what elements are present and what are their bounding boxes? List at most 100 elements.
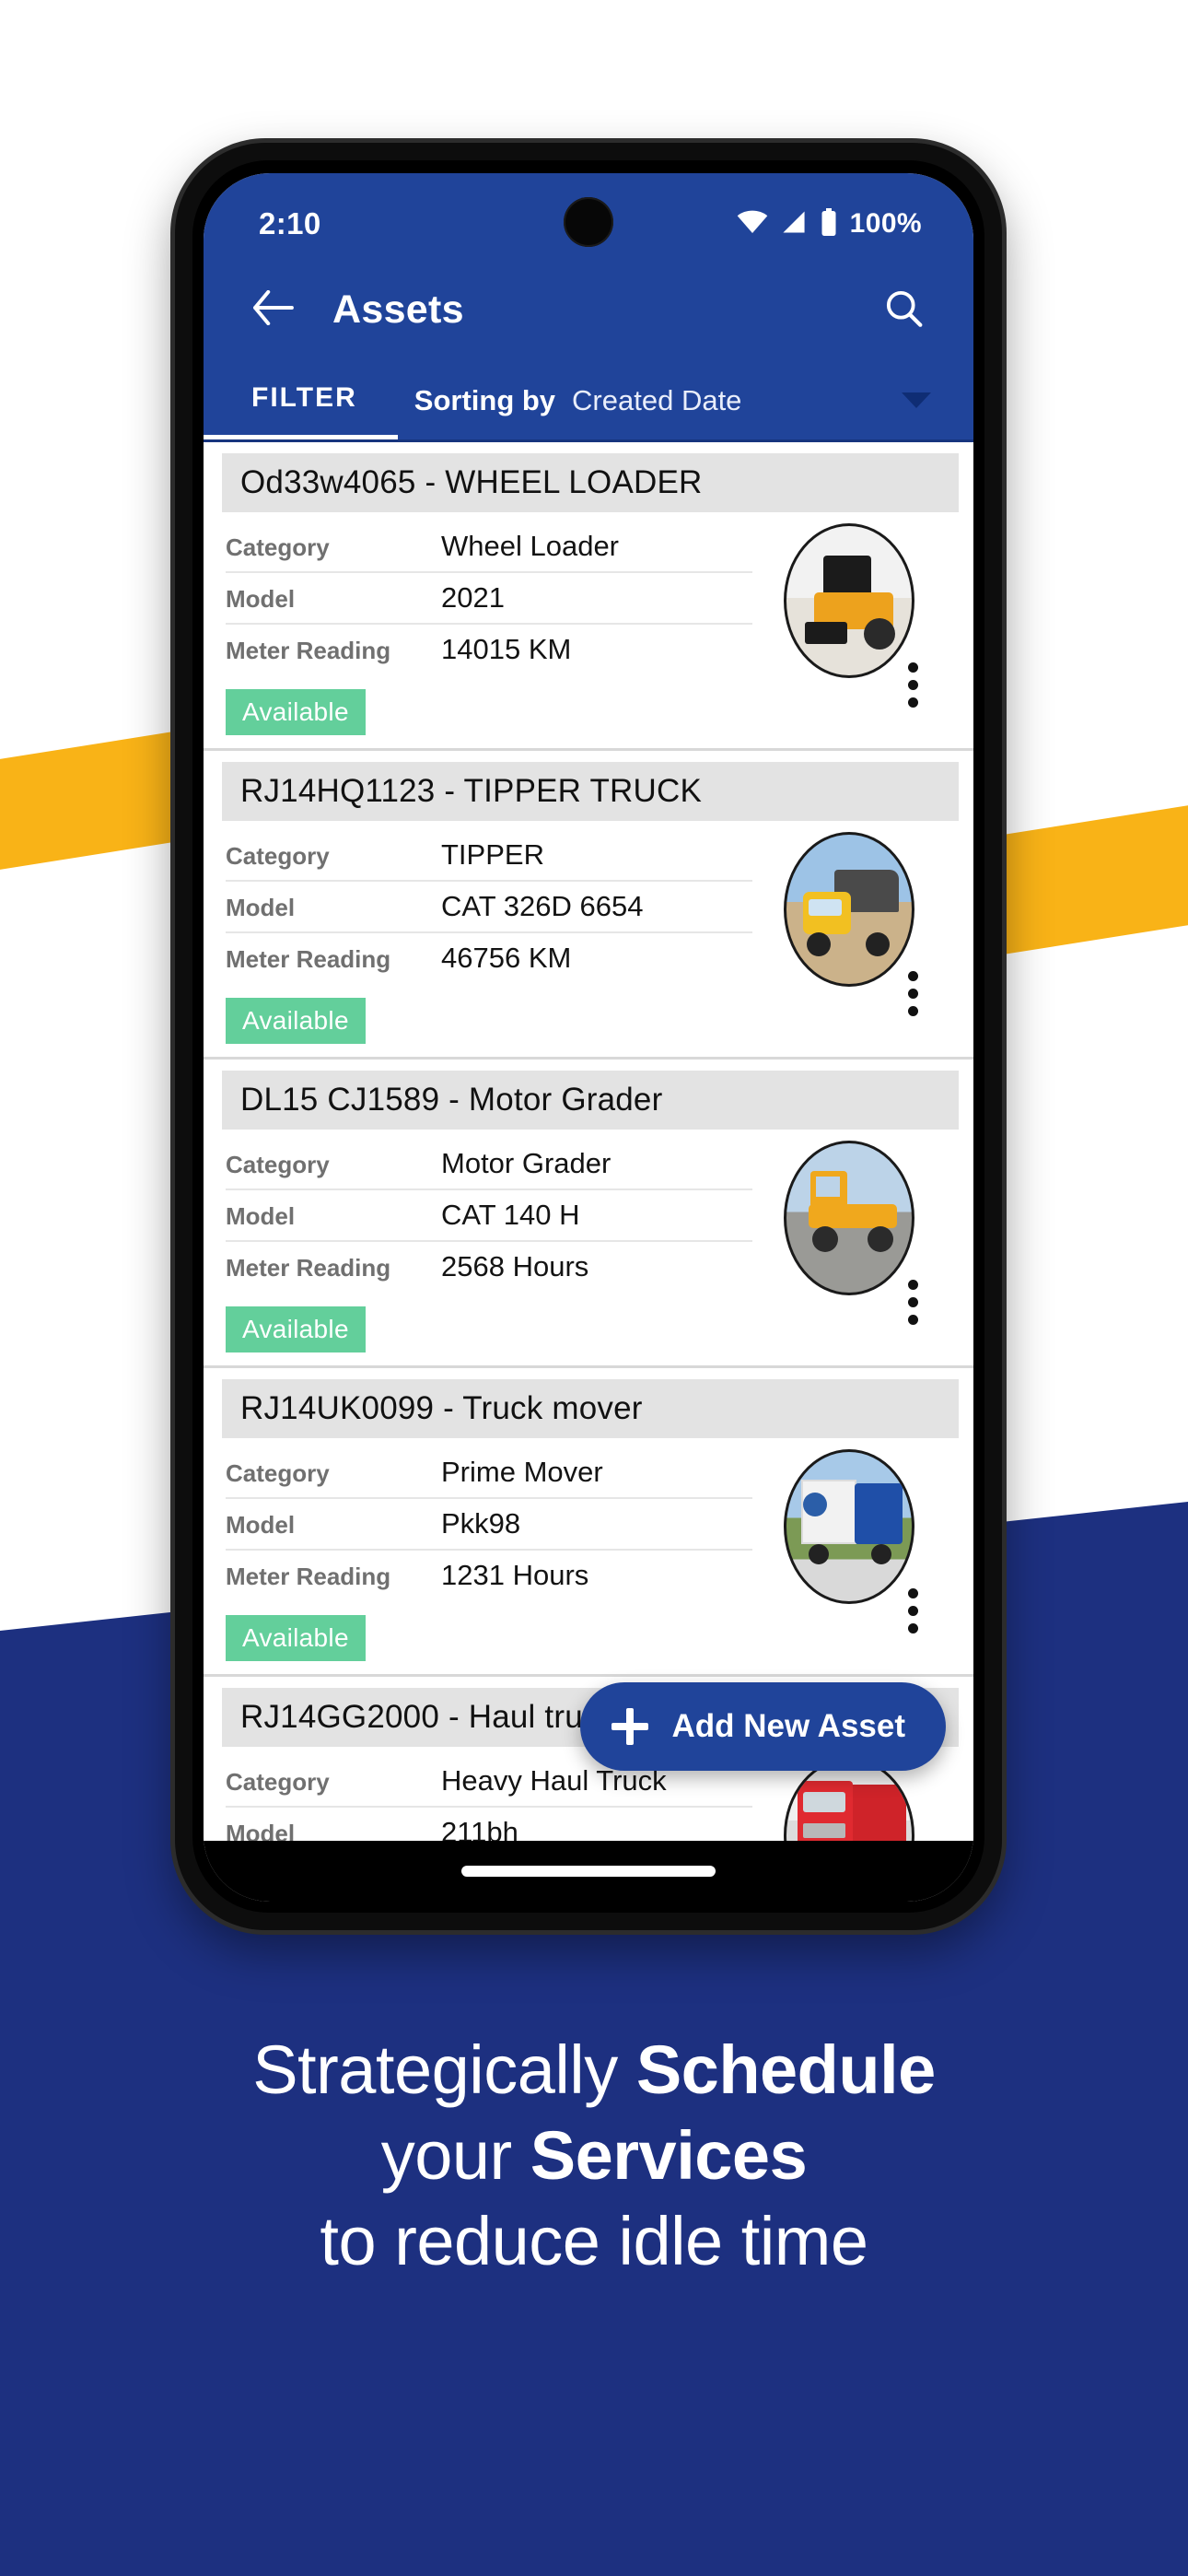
asset-overflow-menu-icon[interactable]	[908, 1588, 918, 1633]
field-value: CAT 140 H	[441, 1199, 580, 1231]
status-badge: Available	[226, 1306, 366, 1352]
status-badge: Available	[226, 998, 366, 1044]
asset-field-category: Category TIPPER	[226, 830, 752, 882]
field-label: Category	[226, 533, 330, 561]
status-badge: Available	[226, 689, 366, 735]
wifi-icon	[737, 210, 768, 239]
field-value: Wheel Loader	[441, 530, 620, 562]
tagline-line-1: Strategically Schedule	[0, 2027, 1188, 2113]
asset-field-list: Category Motor Grader Model CAT 140 H Me…	[204, 1130, 752, 1352]
field-label: Meter Reading	[226, 1563, 391, 1590]
list-item[interactable]: RJ14UK0099 - Truck mover Category Prime …	[204, 1379, 973, 1677]
asset-thumbnail-area	[752, 821, 973, 1044]
sorting-control[interactable]: Sorting by Created Date	[398, 361, 973, 439]
filter-button[interactable]: FILTER	[204, 361, 398, 439]
asset-title: DL15 CJ1589 - Motor Grader	[222, 1071, 959, 1130]
list-item[interactable]: Od33w4065 - WHEEL LOADER Category Wheel …	[204, 453, 973, 751]
plus-icon	[611, 1708, 648, 1745]
asset-field-meter-reading: Meter Reading 46756 KM	[226, 933, 752, 983]
asset-thumbnail-area	[752, 1438, 973, 1661]
signal-icon	[780, 210, 808, 239]
field-value: 2021	[441, 581, 505, 614]
filter-sorting-bar: FILTER Sorting by Created Date	[204, 361, 973, 442]
field-value: Prime Mover	[441, 1456, 603, 1488]
field-value: 46756 KM	[441, 942, 572, 974]
asset-field-meter-reading: Meter Reading 2568 Hours	[226, 1242, 752, 1292]
app-bar: Assets	[204, 258, 973, 361]
wheel-loader-photo	[784, 523, 914, 678]
asset-field-model: Model Pkk98	[226, 1499, 752, 1551]
asset-field-model: Model CAT 326D 6654	[226, 882, 752, 933]
field-value: 211bh	[441, 1816, 518, 1841]
asset-field-category: Category Motor Grader	[226, 1139, 752, 1190]
field-value: 1231 Hours	[441, 1559, 589, 1591]
asset-thumbnail-area	[752, 512, 973, 735]
motor-grader-photo	[784, 1141, 914, 1295]
status-badge: Available	[226, 1615, 366, 1661]
status-bar-indicators: 100%	[737, 207, 922, 240]
field-label: Model	[226, 1202, 296, 1230]
tagline-line-2: your Services	[0, 2113, 1188, 2198]
field-label: Model	[226, 1511, 296, 1539]
field-value: Pkk98	[441, 1507, 521, 1540]
asset-details: Category TIPPER Model CAT 326D 6654 Mete…	[204, 821, 973, 1044]
field-label: Model	[226, 585, 296, 613]
field-label: Model	[226, 894, 296, 921]
field-value: 2568 Hours	[441, 1250, 589, 1282]
list-item[interactable]: DL15 CJ1589 - Motor Grader Category Moto…	[204, 1071, 973, 1368]
field-value: CAT 326D 6654	[441, 890, 644, 922]
asset-title: RJ14HQ1123 - TIPPER TRUCK	[222, 762, 959, 821]
back-arrow-icon[interactable]	[251, 289, 294, 330]
asset-overflow-menu-icon[interactable]	[908, 662, 918, 708]
tagline-line-1-plain: Strategically	[252, 2032, 636, 2108]
field-value: Motor Grader	[441, 1147, 611, 1179]
phone-frame: 2:10 100% Assets FILTER Sorting by Creat…	[175, 143, 1002, 1930]
tagline-line-1-bold: Schedule	[635, 2032, 937, 2108]
front-camera-notch	[564, 197, 613, 247]
field-value: 14015 KM	[441, 633, 572, 665]
list-item[interactable]: RJ14HQ1123 - TIPPER TRUCK Category TIPPE…	[204, 762, 973, 1060]
phone-screen-bezel: 2:10 100% Assets FILTER Sorting by Creat…	[192, 160, 984, 1913]
field-label: Category	[226, 842, 330, 870]
field-label: Category	[226, 1151, 330, 1178]
field-label: Model	[226, 1820, 296, 1841]
asset-field-list: Category Wheel Loader Model 2021 Meter R…	[204, 512, 752, 735]
asset-details: Category Wheel Loader Model 2021 Meter R…	[204, 512, 973, 735]
tagline-line-2-bold: Services	[530, 2117, 808, 2195]
field-label: Meter Reading	[226, 945, 391, 973]
marketing-tagline: Strategically Schedule your Services to …	[0, 2027, 1188, 2285]
asset-field-meter-reading: Meter Reading 14015 KM	[226, 625, 752, 674]
field-value: TIPPER	[441, 838, 544, 871]
asset-field-meter-reading: Meter Reading 1231 Hours	[226, 1551, 752, 1600]
tagline-line-3: to reduce idle time	[320, 2203, 868, 2280]
status-bar-clock: 2:10	[259, 206, 321, 240]
chevron-down-icon[interactable]	[902, 392, 931, 408]
asset-title: Od33w4065 - WHEEL LOADER	[222, 453, 959, 512]
app-screen: 2:10 100% Assets FILTER Sorting by Creat…	[204, 173, 973, 1902]
prime-mover-photo	[784, 1449, 914, 1604]
asset-title: RJ14UK0099 - Truck mover	[222, 1379, 959, 1438]
asset-list[interactable]: Od33w4065 - WHEEL LOADER Category Wheel …	[204, 442, 973, 1841]
asset-thumbnail-area	[752, 1130, 973, 1352]
page-title: Assets	[332, 287, 464, 332]
field-label: Meter Reading	[226, 637, 391, 664]
asset-details: Category Prime Mover Model Pkk98 Meter R…	[204, 1438, 973, 1661]
asset-overflow-menu-icon[interactable]	[908, 971, 918, 1016]
sorting-label: Sorting by	[413, 383, 556, 416]
home-gesture-pill[interactable]	[461, 1866, 716, 1877]
asset-field-category: Category Prime Mover	[226, 1447, 752, 1499]
field-label: Category	[226, 1459, 330, 1487]
asset-field-model: Model CAT 140 H	[226, 1190, 752, 1242]
add-new-asset-button[interactable]: Add New Asset	[579, 1682, 946, 1771]
asset-overflow-menu-icon[interactable]	[908, 1280, 918, 1325]
field-label: Category	[226, 1768, 330, 1796]
battery-percent-label: 100%	[849, 208, 922, 239]
asset-field-list: Category TIPPER Model CAT 326D 6654 Mete…	[204, 821, 752, 1044]
field-label: Meter Reading	[226, 1254, 391, 1282]
add-new-asset-label: Add New Asset	[671, 1708, 905, 1744]
search-icon[interactable]	[883, 287, 924, 333]
system-navigation-bar	[204, 1841, 973, 1902]
asset-field-model: Model 211bh	[226, 1808, 752, 1841]
asset-field-list: Category Prime Mover Model Pkk98 Meter R…	[204, 1438, 752, 1661]
tagline-line-2-plain: your	[380, 2117, 530, 2195]
